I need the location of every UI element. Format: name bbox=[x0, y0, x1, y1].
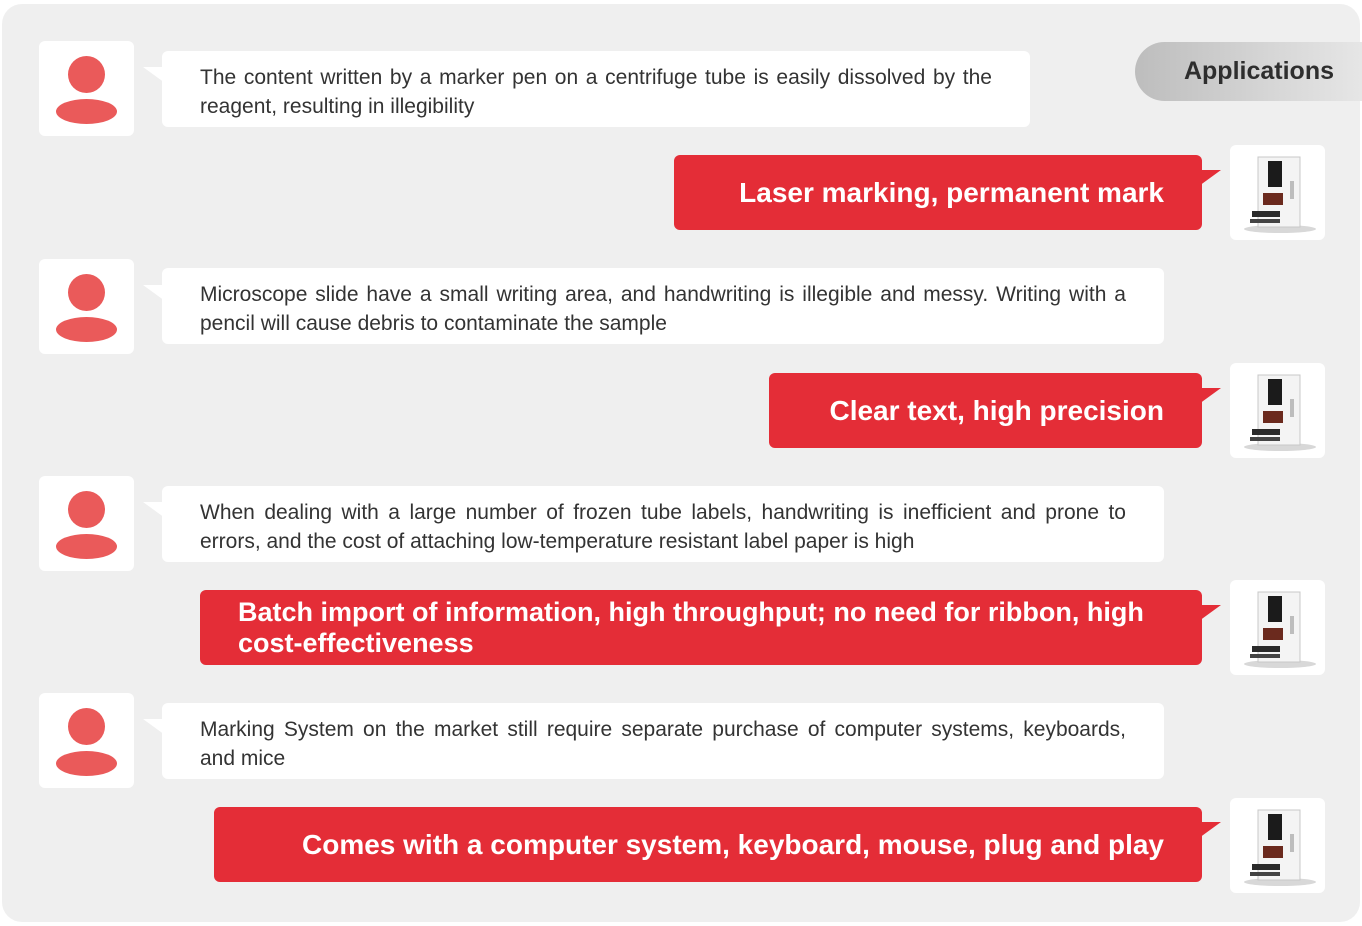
answer-bubble: Laser marking, permanent mark bbox=[674, 155, 1202, 230]
answer-text: Laser marking, permanent mark bbox=[739, 177, 1164, 208]
user-avatar-icon bbox=[39, 259, 134, 354]
answer-bubble: Comes with a computer system, keyboard, … bbox=[214, 807, 1202, 882]
question-text: Marking System on the market still requi… bbox=[200, 718, 1126, 770]
applications-panel bbox=[2, 4, 1360, 922]
answer-text: Batch import of information, high throug… bbox=[238, 596, 1144, 658]
laser-marking-machine-icon bbox=[1230, 798, 1325, 893]
applications-tab[interactable]: Applications bbox=[1135, 42, 1362, 101]
answer-text: Clear text, high precision bbox=[829, 395, 1164, 426]
question-bubble: When dealing with a large number of froz… bbox=[162, 486, 1164, 562]
user-avatar-icon bbox=[39, 693, 134, 788]
question-bubble: Microscope slide have a small writing ar… bbox=[162, 268, 1164, 344]
answer-bubble: Batch import of information, high throug… bbox=[200, 590, 1202, 665]
user-avatar-icon bbox=[39, 476, 134, 571]
laser-marking-machine-icon bbox=[1230, 145, 1325, 240]
question-bubble: The content written by a marker pen on a… bbox=[162, 51, 1030, 127]
answer-text: Comes with a computer system, keyboard, … bbox=[302, 829, 1164, 860]
laser-marking-machine-icon bbox=[1230, 580, 1325, 675]
answer-bubble-tail bbox=[1199, 388, 1221, 404]
answer-bubble-tail bbox=[1199, 822, 1221, 838]
user-avatar-icon bbox=[39, 41, 134, 136]
applications-tab-label: Applications bbox=[1183, 57, 1334, 85]
question-text: When dealing with a large number of froz… bbox=[200, 501, 1126, 553]
question-text: Microscope slide have a small writing ar… bbox=[200, 283, 1126, 335]
answer-bubble: Clear text, high precision bbox=[769, 373, 1202, 448]
answer-bubble-tail bbox=[1199, 605, 1221, 621]
laser-marking-machine-icon bbox=[1230, 363, 1325, 458]
answer-bubble-tail bbox=[1199, 170, 1221, 186]
question-bubble: Marking System on the market still requi… bbox=[162, 703, 1164, 779]
question-text: The content written by a marker pen on a… bbox=[200, 66, 992, 118]
